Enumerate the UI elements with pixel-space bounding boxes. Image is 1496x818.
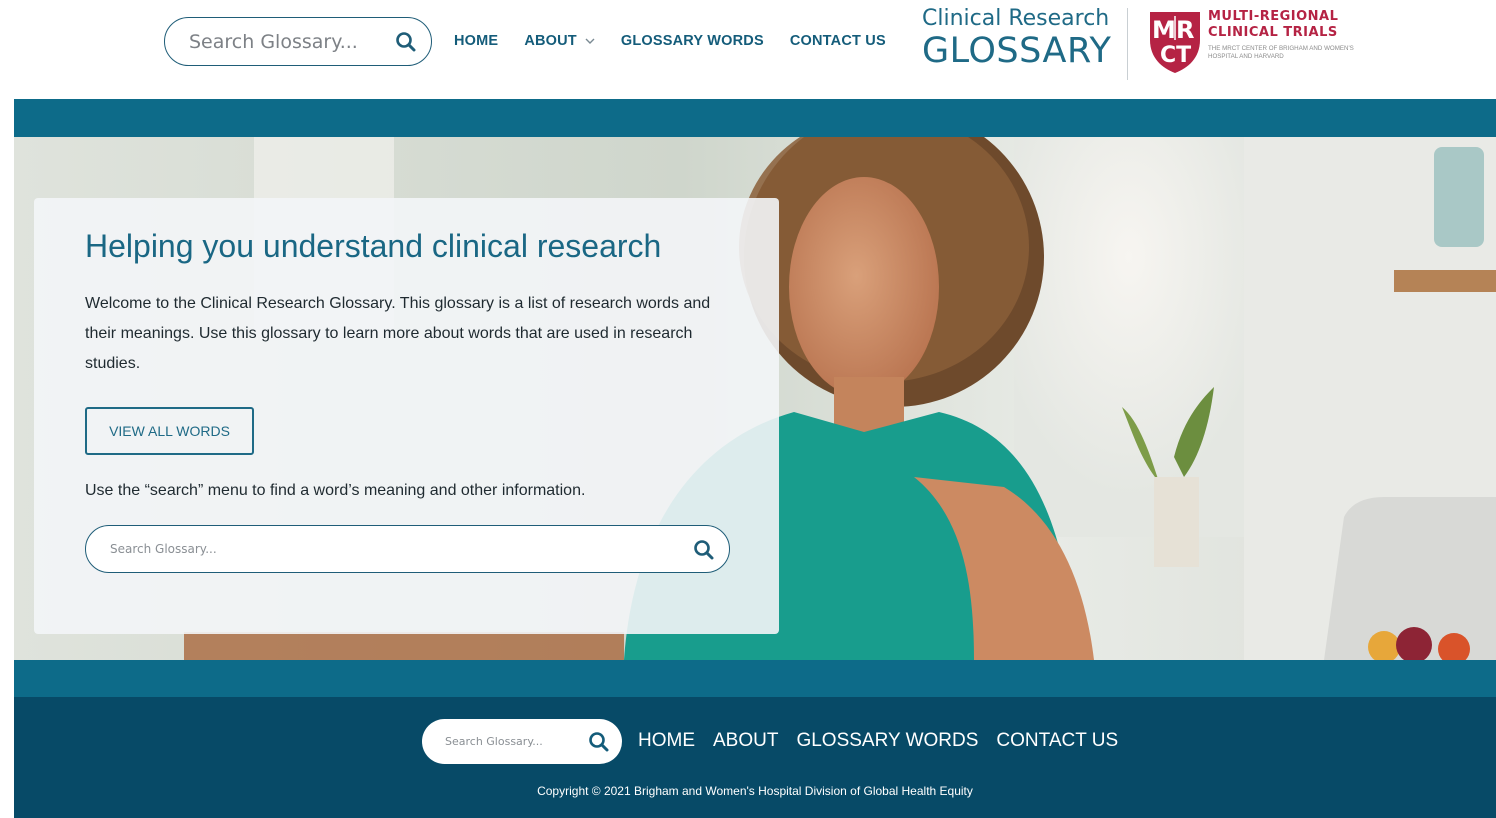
nav-glossary-words[interactable]: GLOSSARY WORDS: [621, 33, 764, 49]
mrct-subtitle: THE MRCT CENTER of BRIGHAM AND WOMEN'S H…: [1208, 45, 1354, 61]
brand-divider: [1127, 8, 1128, 80]
glossary-logo[interactable]: Clinical Research GLOSSARY: [922, 6, 1111, 70]
svg-text:R: R: [1176, 16, 1194, 44]
page-title: Helping you understand clinical research: [85, 228, 662, 264]
footer-search-input[interactable]: Search Glossary...: [422, 719, 622, 764]
nav-about[interactable]: ABOUT: [524, 33, 595, 49]
mrct-wordmark: MULTI-REGIONAL CLINICAL TRIALS THE MRCT …: [1208, 9, 1368, 62]
main-nav: HOME ABOUT GLOSSARY WORDS CONTACT US: [454, 33, 912, 49]
top-teal-band: [14, 99, 1496, 137]
footer-nav-contact-us[interactable]: CONTACT US: [996, 730, 1118, 752]
search-icon[interactable]: [693, 539, 715, 566]
search-placeholder: Search Glossary...: [189, 30, 358, 53]
site-footer: Search Glossary... HOME ABOUT GLOSSARY W…: [14, 697, 1496, 818]
footer-nav: HOME ABOUT GLOSSARY WORDS CONTACT US: [638, 730, 1136, 752]
view-all-words-button[interactable]: VIEW ALL WORDS: [85, 407, 254, 455]
search-hint-text: Use the “search” menu to find a word’s m…: [85, 482, 586, 499]
mrct-line1: MULTI-REGIONAL: [1208, 9, 1339, 24]
search-icon[interactable]: [588, 731, 610, 758]
search-placeholder: Search Glossary...: [110, 542, 217, 556]
brand-line1: Clinical Research: [922, 6, 1110, 31]
svg-text:CT: CT: [1160, 43, 1191, 68]
svg-text:M: M: [1152, 16, 1176, 44]
search-placeholder: Search Glossary...: [445, 735, 543, 748]
footer-nav-home[interactable]: HOME: [638, 730, 695, 752]
nav-contact-us[interactable]: CONTACT US: [790, 33, 886, 49]
chevron-down-icon: [585, 33, 595, 49]
copyright-text: Copyright © 2021 Brigham and Women's Hos…: [537, 784, 973, 798]
hero-search-input[interactable]: Search Glossary...: [85, 525, 730, 573]
mrct-line2: CLINICAL TRIALS: [1208, 25, 1338, 40]
mrct-logo-icon[interactable]: M R CT: [1148, 10, 1202, 79]
search-icon[interactable]: [395, 31, 417, 58]
brand-line2: GLOSSARY: [922, 31, 1112, 71]
footer-nav-about[interactable]: ABOUT: [713, 730, 778, 752]
footer-nav-glossary-words[interactable]: GLOSSARY WORDS: [796, 730, 978, 752]
intro-text: Welcome to the Clinical Research Glossar…: [85, 295, 711, 372]
nav-home[interactable]: HOME: [454, 33, 498, 49]
nav-about-label: ABOUT: [524, 33, 577, 49]
hero-intro-card: Helping you understand clinical research…: [34, 198, 779, 634]
header-search-input[interactable]: Search Glossary...: [164, 17, 432, 66]
bottom-teal-band: [14, 660, 1496, 697]
site-header: Search Glossary... HOME ABOUT GLOSSARY W…: [0, 0, 1496, 99]
